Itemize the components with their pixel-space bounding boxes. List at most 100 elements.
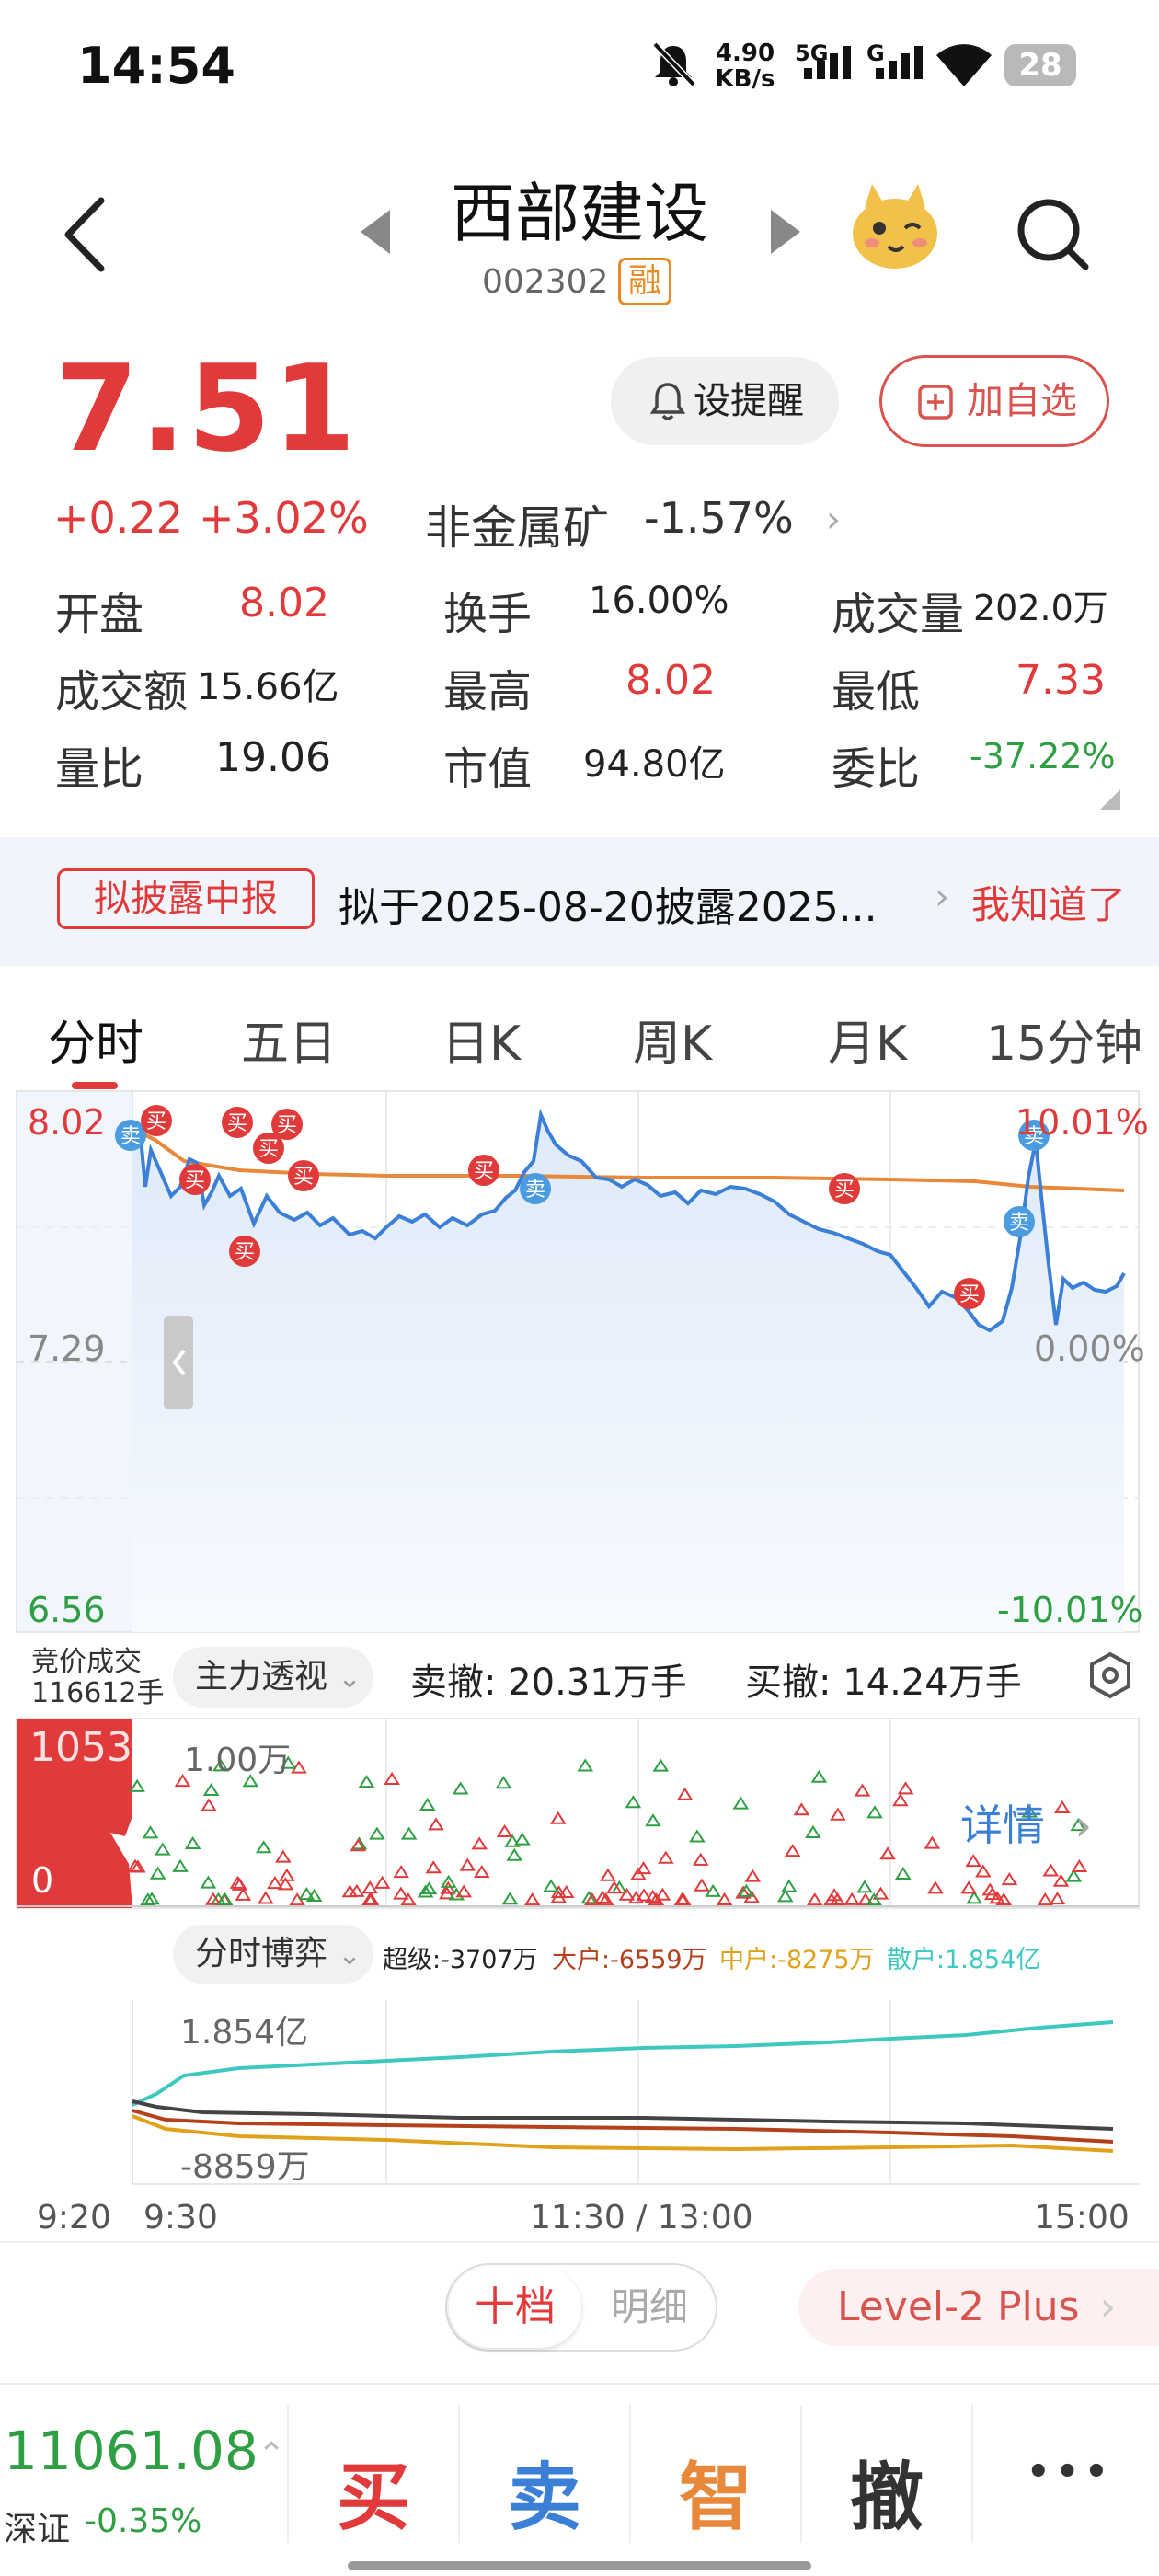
divider (0, 2241, 1159, 2243)
tab-weekly-k[interactable]: 周K (633, 1005, 712, 1074)
buy-marker-label: 买 (185, 1169, 205, 1192)
low-label: 最低 (832, 666, 921, 718)
volume-mark (506, 1847, 523, 1861)
cancel-order-button[interactable]: 撤 (850, 2438, 924, 2545)
turnover-value: 16.00% (589, 580, 729, 622)
fund-large: 大户:-6559万 (552, 1946, 707, 1974)
set-alert-button[interactable]: 设提醒 (611, 357, 839, 445)
tab-intraday[interactable]: 分时 (48, 1005, 143, 1074)
chevron-right-icon: › (1074, 1800, 1093, 1850)
volume-mark (965, 1854, 982, 1868)
net-speed: 4.90 KB/s (714, 40, 776, 92)
notice-text[interactable]: 拟于2025-08-20披露2025... (339, 874, 878, 933)
fund-axis-bottom: -8859万 (180, 2148, 310, 2186)
volume-mark (843, 1892, 860, 1905)
buy-button[interactable]: 买 (337, 2438, 410, 2545)
volume-mark (341, 1884, 359, 1898)
volume-mark (694, 1878, 710, 1892)
price-high-label: 8.02 (28, 1102, 106, 1143)
pct-mid-label: 0.00% (1034, 1328, 1145, 1369)
home-indicator[interactable] (348, 2561, 811, 2570)
sell-marker-label: 卖 (1009, 1212, 1029, 1235)
volume-mark (732, 1796, 750, 1810)
settings-hex-icon[interactable] (1085, 1650, 1135, 1704)
expand-corner-icon[interactable] (1100, 789, 1120, 810)
level2-plus-banner[interactable]: Level-2 Plus › (798, 2269, 1159, 2346)
buy-marker-label: 买 (235, 1241, 255, 1264)
time-pre: 9:20 (37, 2199, 111, 2237)
chevron-right-icon[interactable]: › (935, 876, 949, 918)
tab-ten-levels[interactable]: 十档 (449, 2267, 581, 2348)
stock-code: 002302 (482, 263, 609, 301)
fund-flow-label: 分时博弈 (195, 1935, 328, 1972)
fund-flow-chart[interactable] (0, 1995, 1159, 2197)
volume-mark (501, 1892, 519, 1905)
fund-flow-dropdown[interactable]: 分时博弈 ⌄ (173, 1925, 373, 1984)
tab-trade-detail[interactable]: 明细 (585, 2267, 714, 2348)
volume-mark (894, 1866, 912, 1880)
next-stock-icon[interactable] (771, 210, 800, 254)
mute-icon (649, 40, 697, 92)
add-watchlist-label: 加自选 (967, 380, 1077, 422)
volume-mark (235, 1887, 252, 1901)
volume-mark (924, 1835, 941, 1849)
volume-value: 202.0万 (973, 588, 1108, 628)
fund-retail: 散户:1.854亿 (887, 1946, 1041, 1974)
mascot-icon[interactable] (844, 180, 946, 272)
notice-dismiss-button[interactable]: 我知道了 (971, 874, 1126, 930)
volume-mark (419, 1797, 436, 1811)
auction-info: 竞价成交 116612手 (31, 1647, 165, 1709)
auction-label: 竞价成交 (31, 1646, 142, 1678)
more-menu-icon[interactable]: ••• (1027, 2451, 1114, 2493)
auction-value: 116612手 (31, 1677, 165, 1709)
smart-button[interactable]: 智 (679, 2438, 752, 2545)
tab-daily-k[interactable]: 日K (442, 1005, 521, 1074)
index-name[interactable]: 深证 (4, 2502, 70, 2550)
volume-mark (866, 1805, 883, 1819)
search-icon[interactable] (1016, 197, 1091, 272)
commission-ratio-value: -37.22% (970, 736, 1116, 776)
signal-g-icon: G (866, 40, 923, 79)
volume-mark (897, 1781, 914, 1795)
volume-mark (279, 1868, 295, 1881)
back-icon[interactable] (59, 193, 110, 276)
main-view-dropdown[interactable]: 主力透视 ⌄ (173, 1647, 373, 1708)
tab-15min[interactable]: 15分钟 (986, 1005, 1142, 1074)
volume-mark (172, 1858, 189, 1872)
buy-marker-label: 买 (277, 1114, 297, 1137)
tab-five-day[interactable]: 五日 (241, 1005, 337, 1074)
volume-mark (459, 1857, 476, 1871)
volume-mark (543, 1879, 559, 1892)
sector-name[interactable]: 非金属矿 (425, 491, 609, 558)
main-view-label: 主力透视 (195, 1658, 328, 1696)
volume-mark (495, 1776, 512, 1789)
add-watchlist-button[interactable]: 加自选 (879, 355, 1109, 447)
chevron-up-icon[interactable]: ⌃ (258, 2436, 285, 2474)
volume-zero-label: 0 (31, 1860, 54, 1901)
sell-marker-label: 卖 (525, 1179, 545, 1202)
volume-ratio-value: 19.06 (215, 734, 331, 781)
price-area (132, 1115, 1124, 1632)
volume-mark (202, 1782, 220, 1797)
volume-mark (393, 1886, 409, 1900)
volume-mark (428, 1817, 444, 1831)
sector-change[interactable]: -1.57% (644, 493, 794, 543)
chevron-right-icon[interactable]: › (826, 499, 841, 541)
volume-max-label: 105346 (29, 1724, 184, 1771)
buy-marker-label: 买 (258, 1138, 279, 1161)
detail-link[interactable]: 详情 › (960, 1792, 1092, 1853)
volume-mark (781, 1879, 798, 1892)
volume-mark (452, 1781, 469, 1795)
index-change[interactable]: -0.35% (85, 2502, 201, 2540)
sell-button[interactable]: 卖 (508, 2438, 581, 2545)
tab-monthly-k[interactable]: 月K (828, 1005, 907, 1074)
volume-mark (854, 1783, 871, 1797)
volume-mark (892, 1793, 909, 1807)
prev-stock-icon[interactable] (361, 210, 390, 254)
volume-mark (400, 1826, 418, 1840)
volume-mark (549, 1811, 567, 1824)
battery-icon: 28 (1004, 44, 1076, 86)
index-value[interactable]: 11061.08 (4, 2420, 258, 2482)
set-alert-label: 设提醒 (694, 380, 804, 422)
price-low-label: 6.56 (28, 1590, 106, 1630)
